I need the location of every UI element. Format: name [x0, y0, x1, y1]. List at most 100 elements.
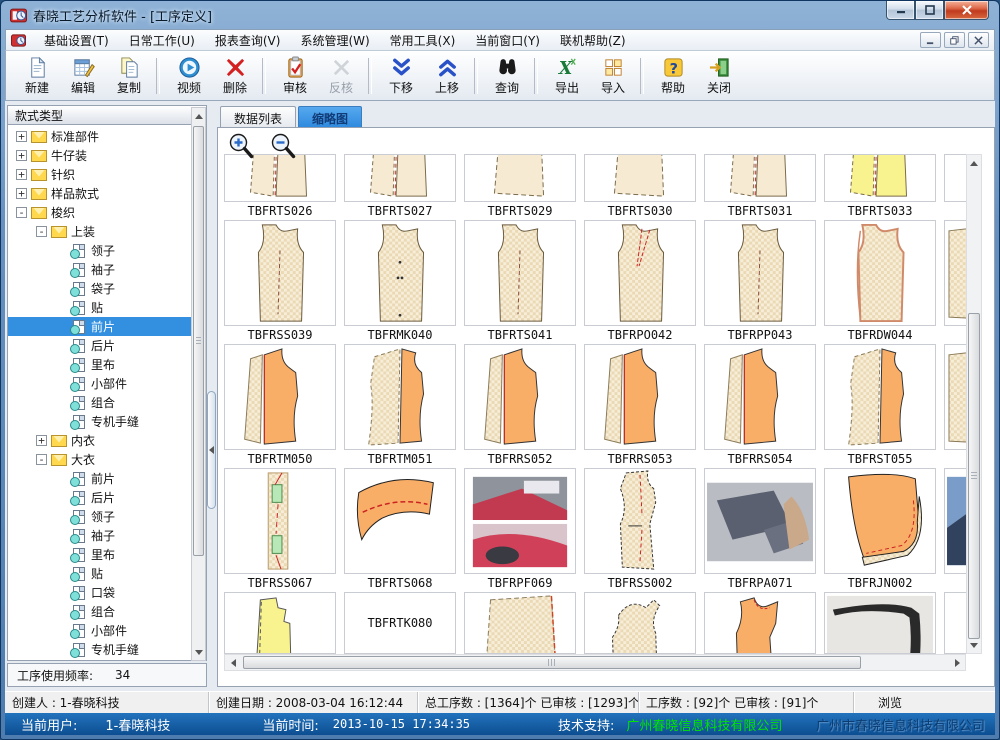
- thumbnail-cell[interactable]: TBFRRS054: [704, 344, 816, 468]
- thumbnail-cell[interactable]: [944, 592, 966, 654]
- tree-item[interactable]: 后片: [8, 488, 206, 507]
- thumbnail-cell[interactable]: TBFRTK080: [344, 592, 456, 654]
- tree-item[interactable]: - 上装: [8, 222, 206, 241]
- tree-item[interactable]: 里布: [8, 545, 206, 564]
- menu-item[interactable]: 联机帮助(Z): [550, 30, 636, 51]
- tree-expander-icon[interactable]: -: [36, 454, 47, 465]
- zoom-in-icon[interactable]: [228, 133, 254, 159]
- toolbar-button[interactable]: 删除: [212, 53, 258, 99]
- menu-item[interactable]: 基础设置(T): [34, 30, 119, 51]
- minimize-button[interactable]: [886, 1, 915, 20]
- thumbnail-cell[interactable]: TBFRJN002: [824, 468, 936, 592]
- menu-item[interactable]: 常用工具(X): [380, 30, 466, 51]
- toolbar-button[interactable]: ? 帮助: [650, 53, 696, 99]
- tree-item[interactable]: + 样品款式: [8, 184, 206, 203]
- tree-expander-icon[interactable]: +: [16, 169, 27, 180]
- tree-item[interactable]: 贴: [8, 564, 206, 583]
- tree-item[interactable]: 组合: [8, 393, 206, 412]
- tree-item[interactable]: 口袋: [8, 583, 206, 602]
- scroll-up-icon[interactable]: [192, 109, 205, 123]
- thumbnail-cell[interactable]: TBFRTS031: [704, 154, 816, 220]
- toolbar-button[interactable]: 反核: [318, 53, 364, 99]
- tab[interactable]: 缩略图: [298, 106, 362, 127]
- grid-vertical-scrollbar[interactable]: [966, 154, 982, 654]
- thumbnail-cell[interactable]: TBFRTS068: [344, 468, 456, 592]
- toolbar-button[interactable]: 查询: [484, 53, 530, 99]
- tree-item[interactable]: + 连衣裙: [8, 659, 206, 661]
- tree-scrollbar-thumb[interactable]: [193, 126, 204, 556]
- scroll-left-icon[interactable]: [226, 655, 240, 670]
- toolbar-button[interactable]: X 导出: [544, 53, 590, 99]
- thumbnail-cell[interactable]: TBFRTS026: [224, 154, 336, 220]
- tree-expander-icon[interactable]: +: [16, 131, 27, 142]
- tree-expander-icon[interactable]: -: [16, 207, 27, 218]
- thumbnail-cell[interactable]: TBFRRS053: [584, 344, 696, 468]
- grid-vscrollbar-thumb[interactable]: [968, 313, 980, 639]
- thumbnail-cell[interactable]: TBFRSS002: [584, 468, 696, 592]
- thumbnail-cell[interactable]: TBFRSS039: [224, 220, 336, 344]
- thumbnail-cell[interactable]: [464, 592, 576, 654]
- thumbnail-cell[interactable]: TBFRTS030: [584, 154, 696, 220]
- toolbar-button[interactable]: 导入: [590, 53, 636, 99]
- toolbar-button[interactable]: 关闭: [696, 53, 742, 99]
- tree-item[interactable]: 领子: [8, 241, 206, 260]
- tab[interactable]: 数据列表: [220, 106, 296, 127]
- thumbnail-cell[interactable]: TBFRTS029: [464, 154, 576, 220]
- thumbnail-cell[interactable]: TBFRTS041: [464, 220, 576, 344]
- tree-item[interactable]: + 内衣: [8, 431, 206, 450]
- toolbar-button[interactable]: 复制: [106, 53, 152, 99]
- scroll-right-icon[interactable]: [950, 655, 964, 670]
- tree-scrollbar[interactable]: [191, 107, 206, 661]
- menu-item[interactable]: 当前窗口(Y): [465, 30, 550, 51]
- thumbnail-cell[interactable]: [704, 592, 816, 654]
- thumbnail-cell[interactable]: TBFRDW044: [824, 220, 936, 344]
- toolbar-button[interactable]: 上移: [424, 53, 470, 99]
- tree-item[interactable]: 小部件: [8, 374, 206, 393]
- scroll-up-icon[interactable]: [967, 156, 981, 170]
- tree-item[interactable]: 小部件: [8, 621, 206, 640]
- thumbnail-cell[interactable]: TBFRPO042: [584, 220, 696, 344]
- thumbnail-cell[interactable]: TBFRTM051: [344, 344, 456, 468]
- tree-item[interactable]: 袖子: [8, 526, 206, 545]
- tree-item[interactable]: - 梭织: [8, 203, 206, 222]
- tree-item[interactable]: 后片: [8, 336, 206, 355]
- close-button[interactable]: [944, 1, 989, 20]
- tree-item[interactable]: + 标准部件: [8, 127, 206, 146]
- mdi-restore-button[interactable]: [944, 32, 965, 48]
- menu-item[interactable]: 系统管理(W): [290, 30, 379, 51]
- tree-expander-icon[interactable]: -: [36, 226, 47, 237]
- toolbar-button[interactable]: 编辑: [60, 53, 106, 99]
- scroll-down-icon[interactable]: [967, 638, 981, 652]
- scroll-down-icon[interactable]: [192, 645, 205, 659]
- splitter-handle[interactable]: [207, 391, 216, 509]
- tree-item[interactable]: 组合: [8, 602, 206, 621]
- tree-item[interactable]: 专机手缝: [8, 412, 206, 431]
- toolbar-button[interactable]: 下移: [378, 53, 424, 99]
- thumbnail-cell[interactable]: TBFRPA071: [704, 468, 816, 592]
- tree-item[interactable]: 里布: [8, 355, 206, 374]
- thumbnail-cell[interactable]: [944, 468, 966, 592]
- thumbnail-cell[interactable]: TBFRTS027: [344, 154, 456, 220]
- grid-horizontal-scrollbar[interactable]: [224, 654, 966, 671]
- maximize-button[interactable]: [915, 1, 944, 20]
- thumbnail-cell[interactable]: [944, 344, 966, 468]
- tree-expander-icon[interactable]: +: [36, 435, 47, 446]
- menu-item[interactable]: 报表查询(V): [205, 30, 291, 51]
- toolbar-button[interactable]: 审核: [272, 53, 318, 99]
- tree-item[interactable]: 前片: [8, 317, 206, 336]
- tree-expander-icon[interactable]: +: [16, 188, 27, 199]
- zoom-out-icon[interactable]: [270, 133, 296, 159]
- thumbnail-cell[interactable]: TBFRTM050: [224, 344, 336, 468]
- tree-expander-icon[interactable]: +: [16, 150, 27, 161]
- tree-item[interactable]: 领子: [8, 507, 206, 526]
- tree-item[interactable]: 专机手缝: [8, 640, 206, 659]
- toolbar-button[interactable]: 视频: [166, 53, 212, 99]
- tree-item[interactable]: 前片: [8, 469, 206, 488]
- thumbnail-cell[interactable]: TBFRST055: [824, 344, 936, 468]
- thumbnail-cell[interactable]: TBFRPF069: [464, 468, 576, 592]
- tree-item[interactable]: + 针织: [8, 165, 206, 184]
- menu-item[interactable]: 日常工作(U): [119, 30, 205, 51]
- thumbnail-cell[interactable]: TBFRRS052: [464, 344, 576, 468]
- tree-item[interactable]: 贴: [8, 298, 206, 317]
- grid-hscrollbar-thumb[interactable]: [243, 656, 861, 669]
